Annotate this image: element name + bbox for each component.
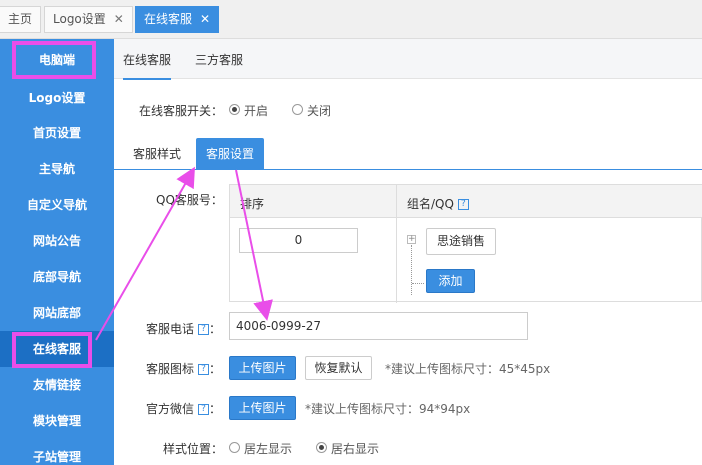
sidebar-item-modules[interactable]: 模块管理 (0, 403, 114, 439)
radio-disable-label: 关闭 (307, 104, 332, 118)
sidebar-item-label: 首页设置 (32, 126, 81, 140)
sidebar-item-label: 自定义导航 (26, 198, 87, 212)
annotation-box (12, 332, 92, 368)
app-root: 主页 Logo设置 ✕ 在线客服 ✕ 电脑端 Logo设置 首页设置 主导航 自定义… (0, 0, 702, 465)
sidebar-item-main-nav[interactable]: 主导航 (0, 151, 114, 187)
top-tab-logo-settings[interactable]: Logo设置 ✕ (44, 6, 133, 33)
qq-table: 排序 组名/QQ? 0 + 思途销售 添加 (229, 184, 702, 303)
icon-label-text: 客服图标 (146, 362, 195, 376)
sidebar-item-custom-nav[interactable]: 自定义导航 (0, 187, 114, 223)
sidebar-item-logo[interactable]: Logo设置 (0, 80, 114, 116)
position-label: 样式位置： (163, 442, 224, 456)
sidebar-item-label: 友情链接 (32, 378, 81, 392)
sidebar: 电脑端 Logo设置 首页设置 主导航 自定义导航 网站公告 底部导航 网站底部… (0, 39, 114, 465)
wechat-size-hint: *建议上传图标尺寸：94*94px (305, 402, 471, 416)
main-content: 在线客服 三方客服 在线客服开关： 开启 关闭 客服样式 客服设置 QQ客服号：… (114, 39, 702, 465)
reset-default-button[interactable]: 恢复默认 (305, 356, 372, 380)
top-tab-label: 主页 (8, 12, 33, 26)
phone-label-text: 客服电话 (146, 322, 195, 336)
radio-enable-label: 开启 (244, 104, 269, 118)
phone-label: 客服电话?： (146, 322, 222, 336)
help-icon[interactable]: ? (457, 199, 469, 210)
col-group-label: 组名/QQ (407, 197, 454, 211)
help-icon[interactable]: ? (198, 404, 210, 415)
sidebar-item-label: 网站公告 (32, 234, 81, 248)
icon-label: 客服图标?： (146, 362, 222, 376)
inner-tab-bar: 客服样式 客服设置 (114, 138, 702, 170)
col-sort-header: 排序 (240, 197, 265, 211)
sidebar-item-substations[interactable]: 子站管理 (0, 439, 114, 465)
sidebar-item-links[interactable]: 友情链接 (0, 367, 114, 403)
tab-service-settings[interactable]: 客服设置 (196, 138, 265, 170)
wechat-label: 官方微信?： (146, 402, 222, 416)
radio-left[interactable] (229, 442, 240, 453)
upload-wechat-button[interactable]: 上传图片 (229, 396, 296, 420)
help-icon[interactable]: ? (198, 364, 210, 375)
sidebar-item-label: 主导航 (38, 162, 75, 176)
sidebar-item-label: 底部导航 (32, 270, 81, 284)
sidebar-item-footer[interactable]: 网站底部 (0, 295, 114, 331)
qq-label: QQ客服号： (156, 193, 223, 207)
sidebar-item-home[interactable]: 首页设置 (0, 115, 114, 151)
radio-disable[interactable] (292, 104, 303, 115)
sidebar-item-notice[interactable]: 网站公告 (0, 223, 114, 259)
top-tab-online-service[interactable]: 在线客服 ✕ (135, 6, 220, 33)
sidebar-item-label: 模块管理 (32, 414, 81, 428)
tab-service-style[interactable]: 客服样式 (123, 138, 191, 170)
add-button[interactable]: 添加 (426, 269, 475, 293)
wechat-label-text: 官方微信 (146, 402, 195, 416)
phone-input[interactable]: 4006-0999-27 (229, 312, 528, 340)
expand-plus-icon[interactable]: + (407, 235, 416, 244)
upload-icon-button[interactable]: 上传图片 (229, 356, 296, 380)
column-divider (396, 185, 397, 303)
close-icon[interactable]: ✕ (200, 12, 210, 26)
tree-connector (411, 245, 412, 295)
group-name-field[interactable]: 思途销售 (426, 228, 496, 255)
col-group-header: 组名/QQ? (407, 195, 469, 212)
sidebar-item-label: 网站底部 (32, 306, 81, 320)
help-icon[interactable]: ? (198, 324, 210, 335)
tree-connector (412, 283, 424, 284)
sidebar-item-label: Logo设置 (28, 91, 86, 105)
close-icon[interactable]: ✕ (114, 12, 124, 26)
tab-third-party-service[interactable]: 三方客服 (195, 51, 243, 68)
sidebar-item-footer-nav[interactable]: 底部导航 (0, 259, 114, 295)
switch-label: 在线客服开关： (139, 104, 224, 118)
qq-table-header: 排序 组名/QQ? (230, 185, 702, 218)
sub-tab-bar: 在线客服 三方客服 (114, 39, 702, 80)
tab-online-service[interactable]: 在线客服 (123, 51, 172, 80)
top-tab-bar: 主页 Logo设置 ✕ 在线客服 ✕ (0, 0, 702, 39)
radio-enable[interactable] (229, 104, 240, 115)
top-tab-home[interactable]: 主页 (0, 6, 42, 33)
sidebar-item-label: 子站管理 (32, 450, 81, 464)
sort-input[interactable]: 0 (239, 228, 358, 253)
top-tab-label: Logo设置 (53, 12, 106, 26)
radio-left-label: 居左显示 (244, 442, 293, 456)
top-tab-label: 在线客服 (144, 12, 193, 26)
radio-right[interactable] (316, 442, 327, 453)
annotation-box (12, 41, 96, 79)
radio-right-label: 居右显示 (331, 442, 380, 456)
icon-size-hint: *建议上传图标尺寸：45*45px (385, 362, 551, 376)
